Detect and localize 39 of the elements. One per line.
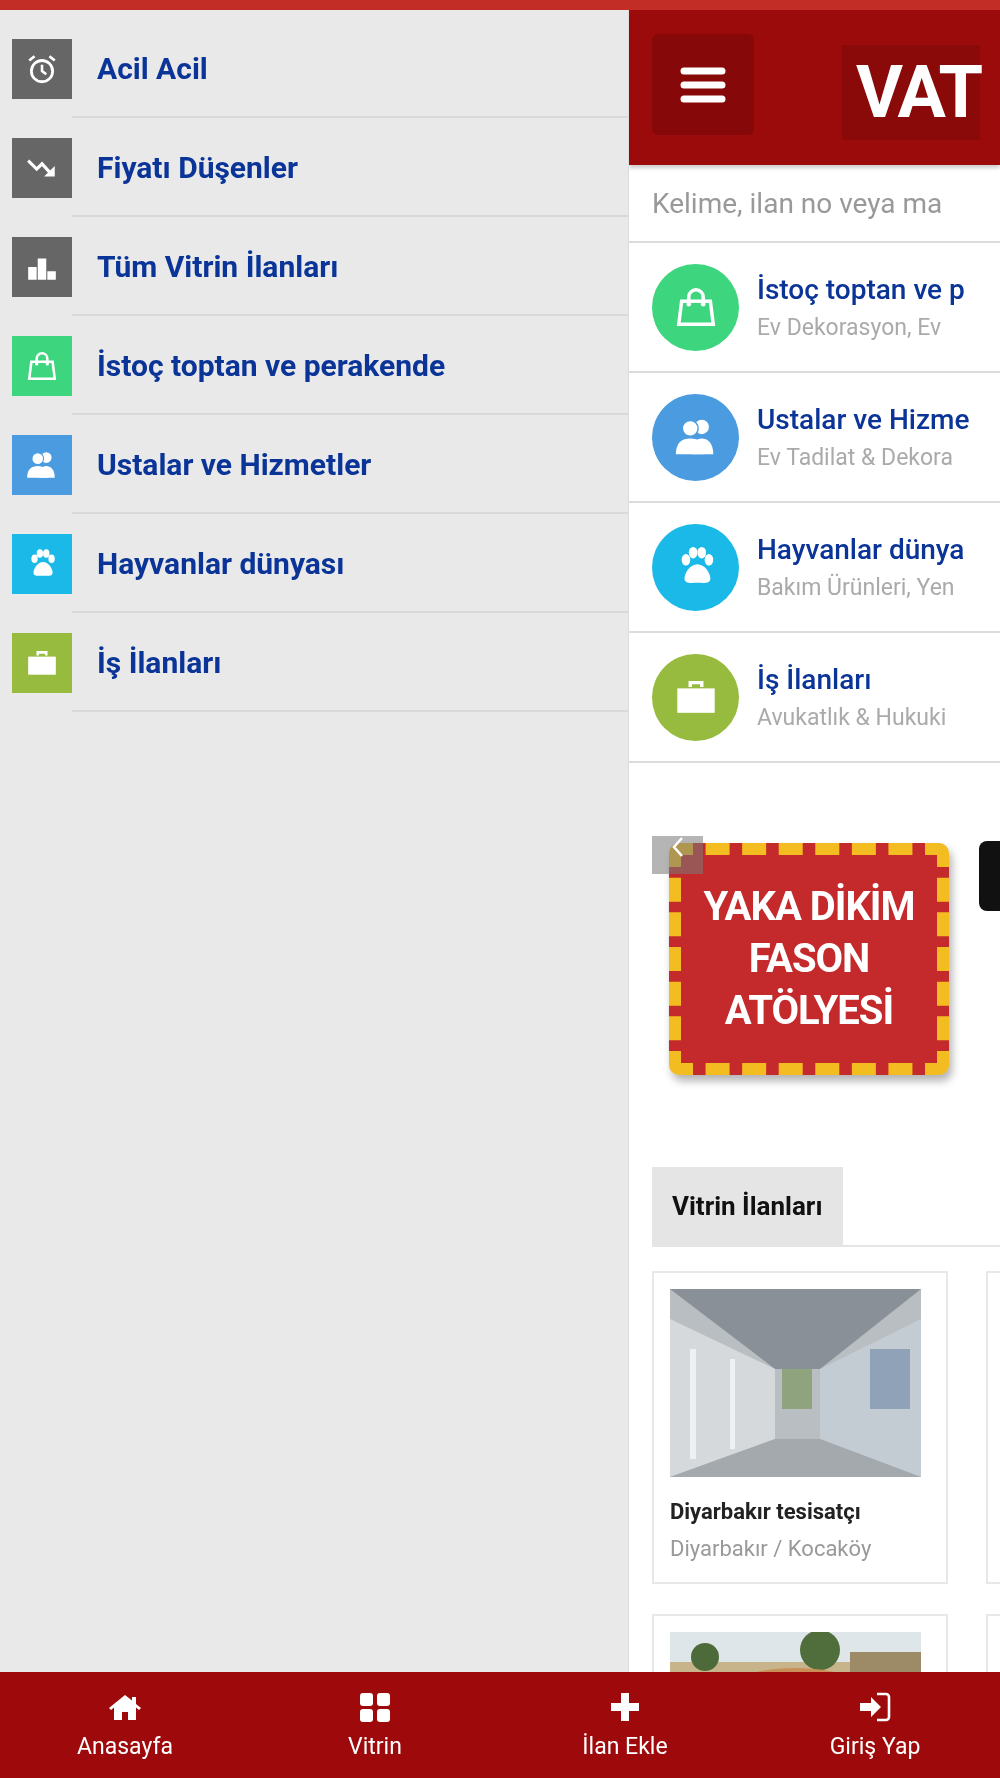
category-title: İstoç toptan ve p <box>757 273 965 306</box>
listing-card[interactable]: Diyarbakır tesisatçı Diyarbakır / Kocaköy <box>652 1271 948 1584</box>
listing-title: Diyarbakır tesisatçı <box>670 1499 862 1524</box>
category-title: Hayvanlar dünya <box>757 533 965 566</box>
previous-button[interactable] <box>652 836 703 874</box>
site-logo[interactable]: VAT <box>842 45 981 140</box>
category-subtitle: Bakım Ürünleri, Yen <box>757 574 956 601</box>
ad-banner[interactable]: YAKA DİKİM FASON ATÖLYESİ <box>669 843 949 1075</box>
menu-icon <box>680 65 726 104</box>
listing-location: Diyarbakır / Kocaköy <box>670 1536 873 1561</box>
drawer-item[interactable]: Acil Acil <box>0 19 628 118</box>
category-row[interactable]: Ustalar ve Hizme Ev Tadilat & Dekora <box>629 373 1000 503</box>
category-subtitle: Ev Tadilat & Dekora <box>757 444 954 471</box>
drawer-item[interactable]: Tüm Vitrin İlanları <box>0 217 628 316</box>
chevron-left-icon <box>670 836 685 858</box>
nav-item[interactable]: Anasayfa <box>0 1672 250 1778</box>
nav-item[interactable]: Giriş Yap <box>750 1672 1000 1778</box>
drawer-item[interactable]: Hayvanlar dünyası <box>0 514 628 613</box>
nav-item[interactable]: Vitrin <box>250 1672 500 1778</box>
banner-text: YAKA DİKİM <box>703 882 915 932</box>
drawer-item[interactable]: İstoç toptan ve perakende <box>0 316 628 415</box>
category-row[interactable]: Hayvanlar dünya Bakım Ürünleri, Yen <box>629 503 1000 633</box>
menu-button[interactable] <box>652 34 754 135</box>
nav-item[interactable]: İlan Ekle <box>500 1672 750 1778</box>
drawer-item[interactable]: Ustalar ve Hizmetler <box>0 415 628 514</box>
category-row[interactable]: İstoç toptan ve p Ev Dekorasyon, Ev <box>629 243 1000 373</box>
category-subtitle: Ev Dekorasyon, Ev <box>757 314 943 341</box>
category-subtitle: Avukatlık & Hukuki <box>757 704 947 731</box>
category-title: Ustalar ve Hizme <box>757 403 970 436</box>
sign-in-icon <box>857 1690 893 1723</box>
listing-card[interactable] <box>652 1614 948 1672</box>
drawer-item[interactable]: İş İlanları <box>0 613 628 712</box>
banner-text: ATÖLYESİ <box>724 986 894 1036</box>
drawer-item[interactable]: Fiyatı Düşenler <box>0 118 628 217</box>
grid-icon <box>357 1690 393 1723</box>
banner-text: FASON <box>748 934 870 984</box>
category-row[interactable]: İş İlanları Avukatlık & Hukuki <box>629 633 1000 763</box>
section-tab[interactable]: Vitrin İlanları <box>652 1167 843 1245</box>
category-title: İş İlanları <box>757 663 873 696</box>
